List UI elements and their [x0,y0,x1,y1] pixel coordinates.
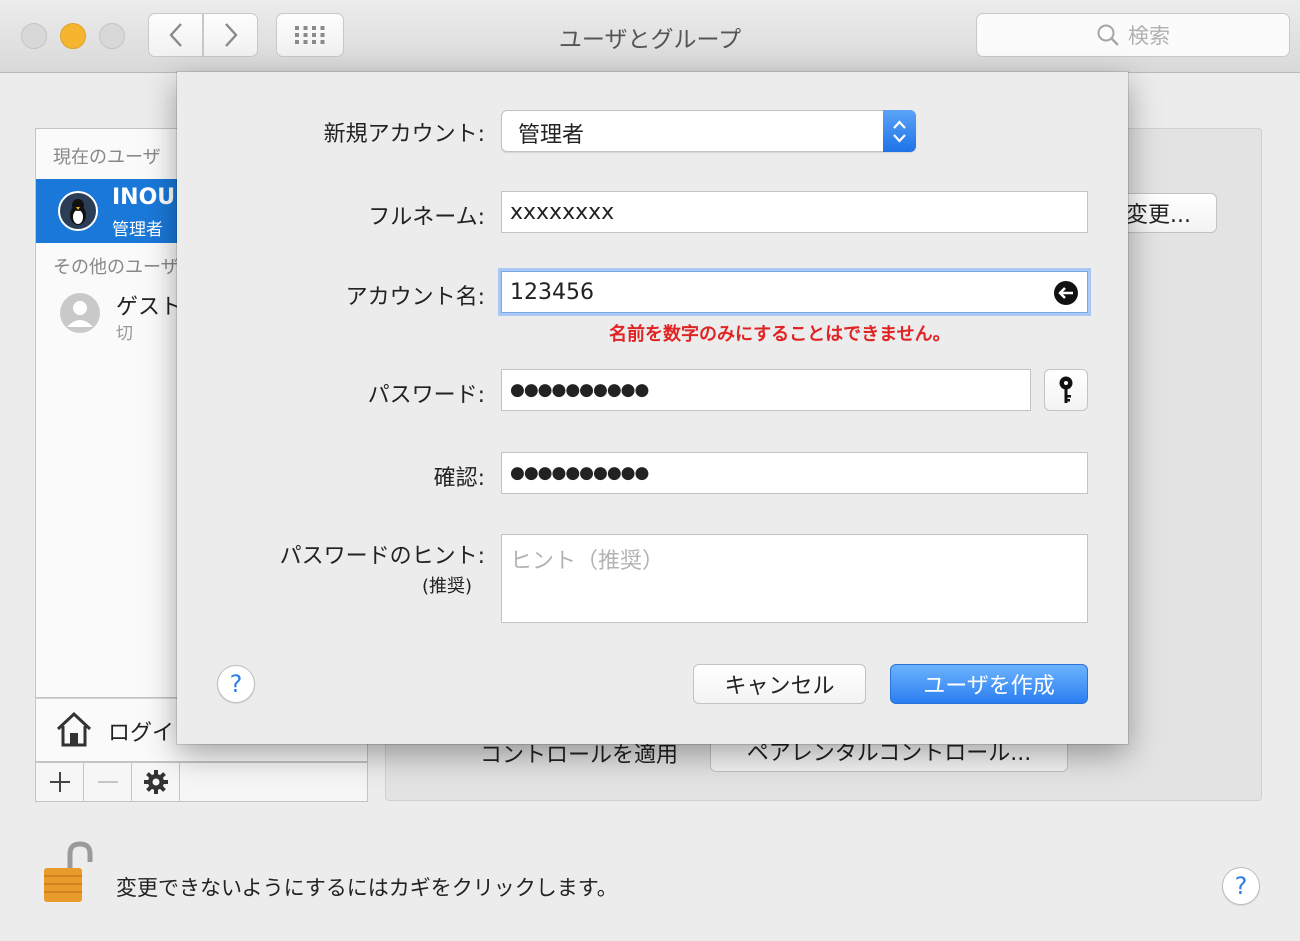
popup-chevron-icon [883,110,916,152]
account-name-field[interactable]: 123456 [501,271,1088,313]
arrow-circle-left-icon [1054,281,1078,305]
back-button[interactable] [148,13,203,57]
remove-user-button[interactable] [84,763,132,801]
password-field[interactable]: ●●●●●●●●●● [501,369,1031,411]
create-user-button[interactable]: ユーザを作成 [890,664,1088,704]
account-type-popup[interactable]: 管理者 [501,110,916,152]
guest-avatar [60,293,100,333]
current-users-header: 現在のユーザ [53,147,161,168]
minimize-window-button[interactable] [60,23,86,49]
hint-label: パスワードのヒント: [279,544,485,569]
current-user-name: INOU [112,185,176,210]
unlocked-padlock-icon [44,841,93,902]
sheet-help-button[interactable]: ? [217,665,255,703]
minus-icon [97,781,118,783]
lock-button[interactable] [40,840,96,910]
guest-name: ゲスト [116,295,183,320]
close-window-button[interactable] [21,23,47,49]
password-assistant-button[interactable] [1044,369,1088,411]
avatar [58,191,98,231]
fullname-field[interactable]: xxxxxxxx [501,191,1088,233]
verify-label: 確認: [433,466,485,491]
account-type-value: 管理者 [518,123,585,148]
title-bar: ユーザとグループ 検索 [0,0,1300,73]
penguin-icon [70,199,86,225]
search-placeholder: 検索 [1128,24,1170,48]
cancel-button[interactable]: キャンセル [693,664,866,704]
search-field[interactable]: 検索 [976,13,1290,57]
key-icon [1059,376,1073,403]
person-icon [67,301,93,327]
account-name-label: アカウント名: [345,285,485,310]
house-icon [56,711,92,747]
grid-icon [295,26,325,44]
plus-icon [49,772,70,792]
add-user-button[interactable] [36,763,84,801]
window-title: ユーザとグループ [558,27,742,53]
guest-status: 切 [116,324,133,344]
lock-message: 変更できないようにするにはカギをクリックします。 [116,876,618,900]
login-options-label: ログイ [108,721,175,746]
hint-placeholder: ヒント（推奨） [510,549,665,574]
new-account-label: 新規アカウント: [323,122,485,147]
action-menu-button[interactable] [132,763,180,801]
gear-icon [143,770,168,794]
current-user-role: 管理者 [112,220,163,240]
other-users-header: その他のユーザ [53,257,179,278]
search-icon [1097,24,1119,46]
chevron-right-icon [224,23,238,47]
password-label: パスワード: [367,383,485,408]
new-account-sheet: 新規アカウント: 管理者 フルネーム: xxxxxxxx アカウント名: 123… [177,72,1128,744]
show-all-button[interactable] [276,13,344,57]
user-list-toolbar [35,762,368,802]
forward-button[interactable] [203,13,258,57]
account-name-value: 123456 [510,279,594,305]
chevron-left-icon [168,23,182,47]
fullname-label: フルネーム: [368,205,485,230]
hint-sublabel: (推奨) [421,576,472,597]
zoom-window-button[interactable] [99,23,125,49]
help-button[interactable]: ? [1222,867,1260,905]
verify-field[interactable]: ●●●●●●●●●● [501,452,1088,494]
hint-field[interactable]: ヒント（推奨） [501,534,1088,623]
account-name-error: 名前を数字のみにすることはできません。 [609,324,951,345]
